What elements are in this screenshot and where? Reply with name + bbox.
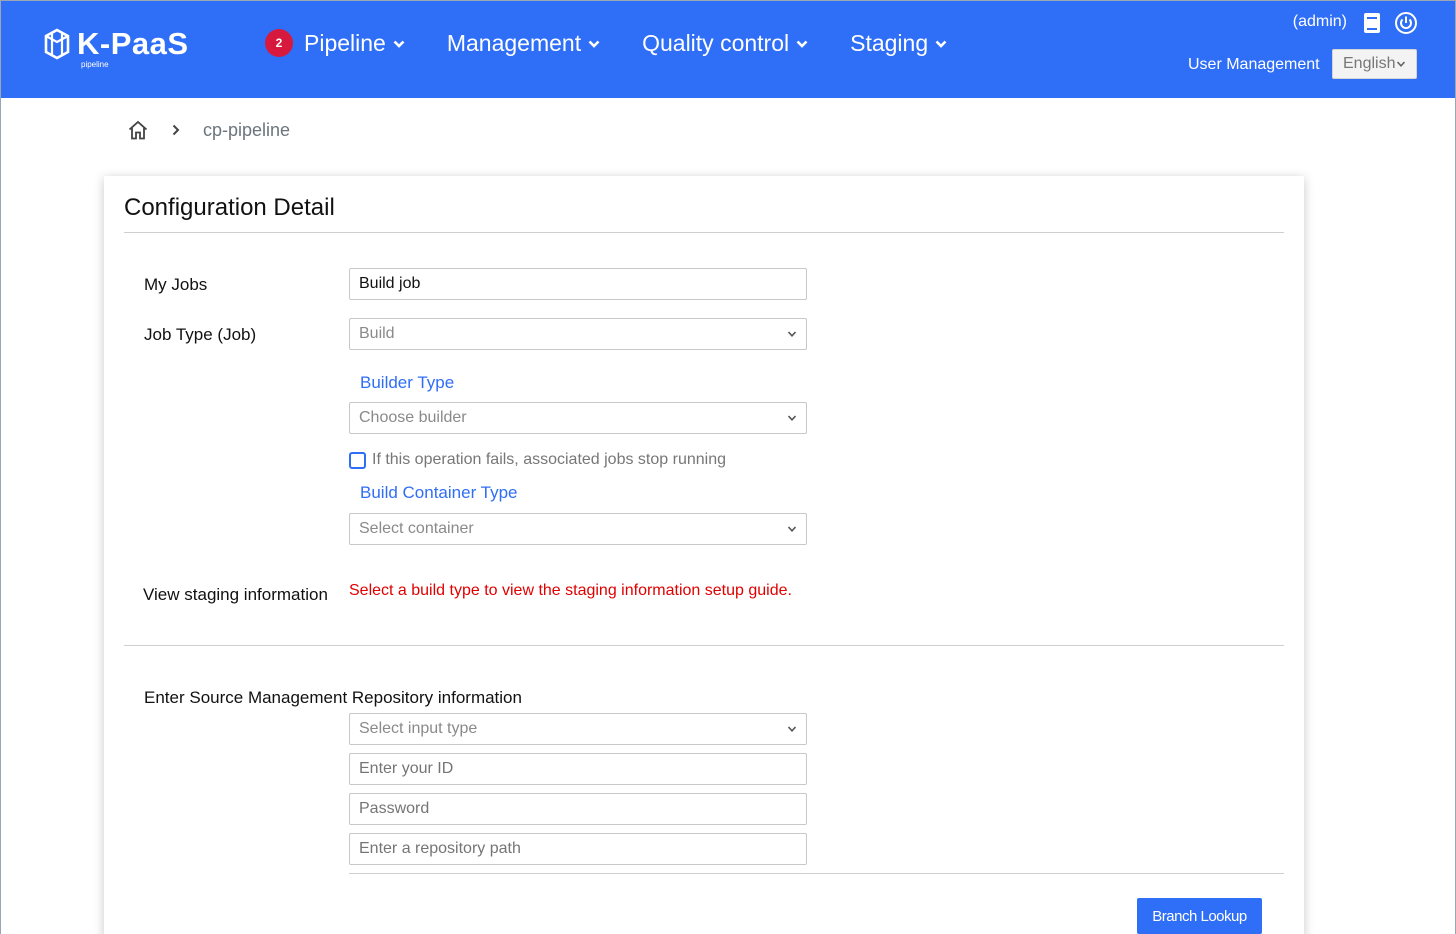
- stop-on-fail-checkbox[interactable]: If this operation fails, associated jobs…: [349, 451, 726, 469]
- main-nav: 2 Pipeline Management Quality control St…: [265, 28, 989, 58]
- app-window: K-PaaS pipeline 2 Pipeline Management Qu…: [0, 0, 1456, 934]
- job-type-value: Build: [359, 325, 395, 342]
- builder-type-select[interactable]: Choose builder: [349, 402, 807, 434]
- nav-pipeline[interactable]: 2 Pipeline: [265, 29, 405, 57]
- staging-info-label: View staging information: [143, 585, 328, 604]
- top-navbar: K-PaaS pipeline 2 Pipeline Management Qu…: [1, 1, 1455, 98]
- job-type-select[interactable]: Build: [349, 318, 807, 350]
- repo-info-label: Enter Source Management Repository infor…: [144, 688, 522, 707]
- chevron-right-icon: [172, 124, 180, 136]
- repo-id-input[interactable]: [349, 753, 807, 785]
- language-value: English: [1343, 55, 1396, 72]
- notification-badge: 2: [265, 29, 293, 57]
- logo-text: K-PaaS: [77, 26, 189, 61]
- chevron-down-icon: [787, 726, 797, 732]
- breadcrumb-current[interactable]: cp-pipeline: [203, 120, 290, 141]
- nav-staging[interactable]: Staging: [850, 30, 947, 57]
- branch-lookup-button[interactable]: Branch Lookup: [1137, 898, 1262, 934]
- checkbox-box[interactable]: [349, 451, 366, 469]
- nav-quality-control-label: Quality control: [642, 29, 790, 56]
- breadcrumb: cp-pipeline: [127, 119, 290, 141]
- nav-management-label: Management: [446, 29, 582, 56]
- home-icon[interactable]: [127, 119, 149, 141]
- input-type-value: Select input type: [359, 720, 478, 737]
- title-divider: [124, 232, 1284, 233]
- logo-cube-icon: [44, 28, 70, 60]
- book-icon[interactable]: [1360, 11, 1384, 35]
- nav-management[interactable]: Management: [447, 30, 600, 57]
- nav-staging-label: Staging: [850, 29, 929, 56]
- build-container-select[interactable]: Select container: [349, 513, 807, 545]
- my-jobs-input[interactable]: [349, 268, 807, 300]
- chevron-down-icon: [787, 331, 797, 337]
- power-icon[interactable]: [1394, 11, 1418, 35]
- staging-notice: Select a build type to view the staging …: [349, 582, 792, 599]
- nav-quality-control[interactable]: Quality control: [642, 30, 808, 57]
- chevron-down-icon: [796, 40, 808, 48]
- repo-path-input[interactable]: [349, 833, 807, 865]
- chevron-down-icon: [393, 40, 405, 48]
- chevron-down-icon: [588, 40, 600, 48]
- logo-subtitle: pipeline: [81, 60, 109, 69]
- user-management-link[interactable]: User Management: [1188, 56, 1320, 74]
- builder-type-value: Choose builder: [359, 409, 467, 426]
- stop-on-fail-label: If this operation fails, associated jobs…: [372, 451, 726, 468]
- chevron-down-icon: [787, 526, 797, 532]
- configuration-card: Configuration Detail My Jobs Job Type (J…: [104, 176, 1304, 934]
- section-divider: [124, 645, 1284, 646]
- page-title: Configuration Detail: [124, 194, 335, 221]
- repo-divider: [349, 873, 1284, 874]
- builder-type-label: Builder Type: [360, 373, 455, 392]
- nav-pipeline-label: Pipeline: [304, 29, 386, 56]
- job-type-label: Job Type (Job): [144, 325, 257, 344]
- chevron-down-icon: [1396, 61, 1406, 67]
- build-container-value: Select container: [359, 520, 474, 537]
- language-select[interactable]: English: [1332, 49, 1417, 79]
- current-user: (admin): [1292, 13, 1347, 30]
- chevron-down-icon: [935, 40, 947, 48]
- input-type-select[interactable]: Select input type: [349, 713, 807, 745]
- logo[interactable]: K-PaaS pipeline: [43, 26, 189, 69]
- build-container-type-label: Build Container Type: [360, 483, 518, 502]
- my-jobs-label: My Jobs: [144, 275, 208, 294]
- repo-password-input[interactable]: [349, 793, 807, 825]
- chevron-down-icon: [787, 415, 797, 421]
